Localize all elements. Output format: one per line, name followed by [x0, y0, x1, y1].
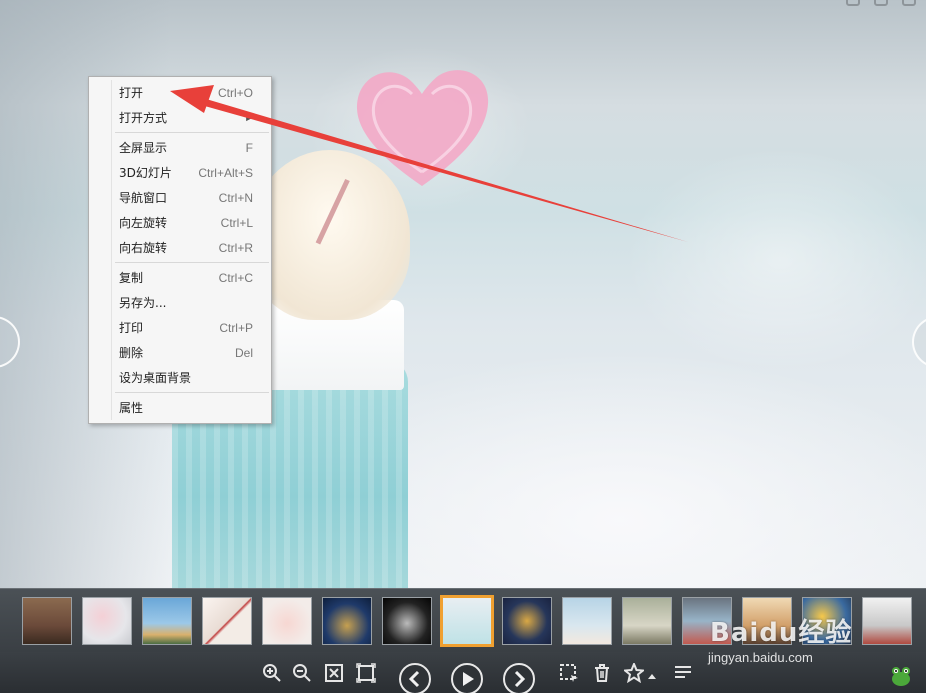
menu-item-delete[interactable]: 删除 Del — [89, 340, 271, 365]
menu-item-shortcut: Del — [234, 345, 253, 360]
menu-item-label: 删除 — [119, 346, 144, 360]
menu-item-fullscreen[interactable]: 全屏显示 F — [89, 135, 271, 160]
zoom-in-icon[interactable] — [262, 663, 282, 683]
window-icon[interactable] — [902, 0, 916, 6]
menu-item-print[interactable]: 打印 Ctrl+P — [89, 315, 271, 340]
zoom-out-icon[interactable] — [292, 663, 312, 683]
document-icon[interactable] — [874, 0, 888, 6]
thumbnail[interactable] — [622, 597, 672, 645]
menu-item-shortcut: Ctrl+Alt+S — [198, 165, 253, 180]
thumbnail[interactable] — [322, 597, 372, 645]
thumbnail[interactable] — [562, 597, 612, 645]
menu-item-label: 复制 — [119, 271, 144, 285]
menu-item-label: 3D幻灯片 — [119, 166, 172, 180]
thumbnail[interactable] — [82, 597, 132, 645]
menu-item-open-with[interactable]: 打开方式 ▶ — [89, 105, 271, 130]
baidu-watermark: Baidu经验 — [710, 618, 853, 648]
menu-item-label: 打开 — [119, 86, 144, 100]
menu-item-set-wallpaper[interactable]: 设为桌面背景 — [89, 365, 271, 390]
next-icon — [514, 670, 526, 688]
menu-item-label: 另存为... — [119, 296, 167, 310]
thumbnail[interactable] — [382, 597, 432, 645]
submenu-arrow-icon: ▶ — [246, 112, 253, 123]
menu-item-shortcut: Ctrl+O — [217, 85, 253, 100]
menu-item-3d-slideshow[interactable]: 3D幻灯片 Ctrl+Alt+S — [89, 160, 271, 185]
menu-icon[interactable] — [673, 663, 693, 683]
thumbnail[interactable] — [862, 597, 912, 645]
thumbnail[interactable] — [502, 597, 552, 645]
menu-separator — [115, 392, 269, 393]
menu-item-label: 导航窗口 — [119, 191, 168, 205]
menu-item-save-as[interactable]: 另存为... — [89, 290, 271, 315]
menu-item-shortcut: F — [245, 140, 253, 155]
menu-item-label: 打印 — [119, 321, 144, 335]
menu-item-rotate-left[interactable]: 向左旋转 Ctrl+L — [89, 210, 271, 235]
menu-separator — [115, 132, 269, 133]
previous-button[interactable] — [399, 663, 431, 693]
thumbnail[interactable] — [22, 597, 72, 645]
thumbnail[interactable] — [142, 597, 192, 645]
menu-item-label: 全屏显示 — [119, 141, 168, 155]
thumbnail[interactable] — [202, 597, 252, 645]
chat-icon[interactable] — [846, 0, 860, 6]
menu-item-shortcut: Ctrl+L — [220, 215, 253, 230]
menu-item-shortcut: Ctrl+R — [218, 240, 253, 255]
play-icon — [463, 672, 474, 686]
context-menu: 打开 Ctrl+O 打开方式 ▶ 全屏显示 F 3D幻灯片 Ctrl+Alt+S… — [88, 76, 272, 424]
frog-logo-icon — [892, 667, 910, 686]
fit-screen-icon[interactable] — [324, 663, 344, 683]
actual-size-icon[interactable] — [356, 663, 376, 683]
menu-item-shortcut: Ctrl+P — [219, 320, 253, 335]
menu-item-rotate-right[interactable]: 向右旋转 Ctrl+R — [89, 235, 271, 260]
menu-item-copy[interactable]: 复制 Ctrl+C — [89, 265, 271, 290]
thumbnail[interactable] — [262, 597, 312, 645]
crop-icon[interactable] — [559, 663, 579, 683]
top-right-controls — [846, 0, 926, 6]
next-button[interactable] — [503, 663, 535, 693]
menu-item-label: 向右旋转 — [119, 241, 168, 255]
favorite-dropdown-icon[interactable] — [647, 663, 657, 683]
menu-item-label: 属性 — [119, 401, 144, 415]
menu-item-label: 向左旋转 — [119, 216, 168, 230]
heart-lollipop — [356, 70, 489, 186]
menu-item-label: 打开方式 — [119, 111, 168, 125]
favorite-icon[interactable] — [624, 663, 644, 683]
baidu-watermark-url: jingyan.baidu.com — [708, 650, 813, 665]
menu-item-shortcut: Ctrl+N — [218, 190, 253, 205]
menu-item-properties[interactable]: 属性 — [89, 395, 271, 420]
next-image-button[interactable] — [912, 316, 926, 368]
menu-item-navigator[interactable]: 导航窗口 Ctrl+N — [89, 185, 271, 210]
menu-item-shortcut: Ctrl+C — [218, 270, 253, 285]
menu-item-label: 设为桌面背景 — [119, 371, 192, 385]
thumbnail-active[interactable] — [440, 595, 494, 647]
menu-item-open[interactable]: 打开 Ctrl+O — [89, 80, 271, 105]
play-slideshow-button[interactable] — [451, 663, 483, 693]
previous-icon — [408, 670, 420, 688]
menu-separator — [115, 262, 269, 263]
delete-icon[interactable] — [592, 663, 612, 683]
